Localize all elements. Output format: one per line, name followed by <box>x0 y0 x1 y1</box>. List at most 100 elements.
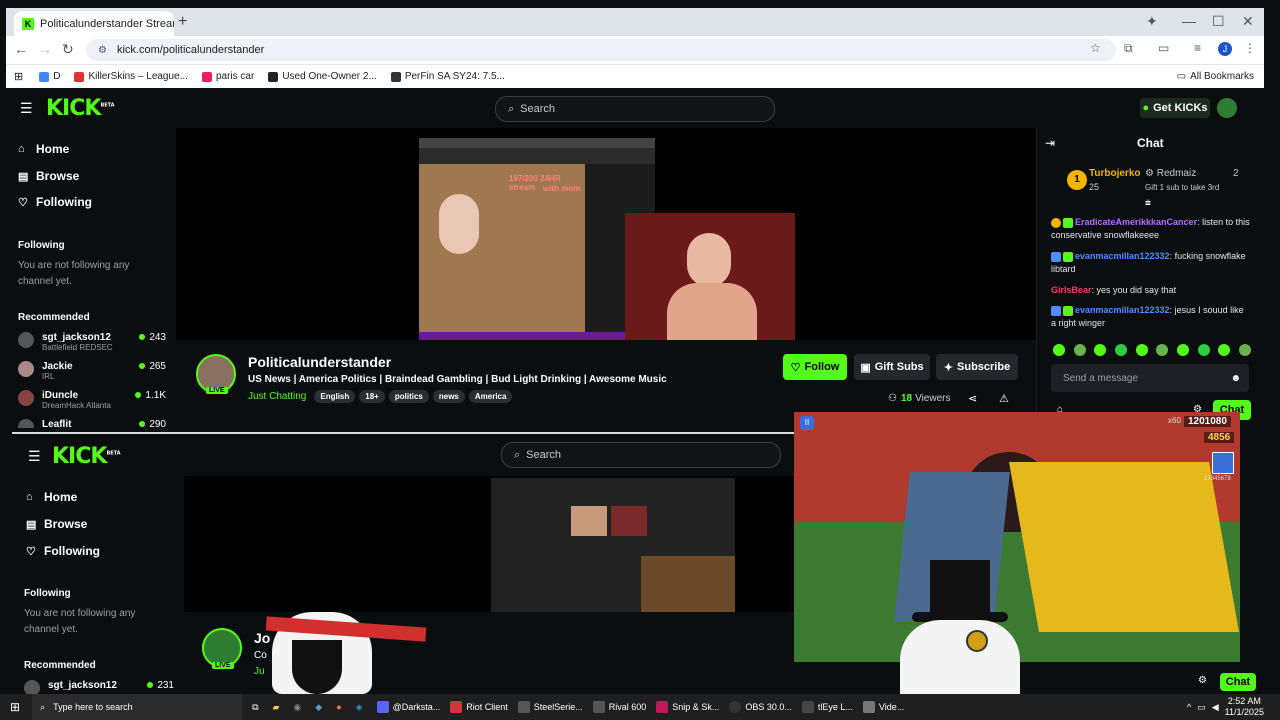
badge-icon <box>1063 305 1073 316</box>
nav-home[interactable]: ⌂ Home <box>18 142 69 156</box>
taskbar-app[interactable]: Rival 600 <box>592 701 646 713</box>
all-bookmarks[interactable]: ▭ All Bookmarks <box>1177 71 1254 82</box>
recommended-channel[interactable]: Leaflit 290 <box>18 419 166 428</box>
video-player[interactable] <box>184 476 794 612</box>
get-kicks-button[interactable]: ● Get KICKs <box>1140 98 1210 118</box>
search-input[interactable]: ⌕ Search <box>501 442 781 468</box>
emote-icon[interactable] <box>1114 344 1127 356</box>
search-icon: ⌕ <box>514 448 521 461</box>
cast-icon[interactable]: ▭ <box>1158 41 1169 55</box>
forward-icon[interactable]: → <box>38 41 52 57</box>
firefox-icon[interactable]: ● <box>336 702 341 712</box>
emote-icon[interactable] <box>1135 344 1148 356</box>
clock[interactable]: 2:52 AM 11/1/2025 <box>1225 696 1264 718</box>
emote-icon[interactable] <box>1073 344 1086 356</box>
top-gifter-name[interactable]: Turbojerko <box>1089 168 1140 179</box>
emote-icon[interactable] <box>1197 344 1210 356</box>
profile-avatar[interactable]: J <box>1218 42 1232 56</box>
taskbar-app[interactable]: Snip & Sk... <box>656 701 719 713</box>
sparkle-icon[interactable]: ✦ <box>1146 13 1158 30</box>
maximize-icon[interactable]: ☐ <box>1212 13 1225 30</box>
browser-tab[interactable]: K Politicalunderstander Stream - ✕ <box>14 11 174 36</box>
bookmark-item[interactable]: Used One-Owner 2... <box>268 71 377 82</box>
emoji-icon[interactable]: ☻ <box>1230 373 1241 384</box>
user-avatar[interactable] <box>1217 98 1237 118</box>
tag[interactable]: English <box>314 390 356 403</box>
kick-logo[interactable]: KICKBETA <box>46 96 115 121</box>
category-link[interactable]: Just Chatting <box>248 391 306 402</box>
emote-icon[interactable] <box>1094 344 1107 356</box>
reading-list-icon[interactable]: ≡ <box>1194 41 1201 55</box>
channel-name[interactable]: Politicalunderstander <box>248 354 391 370</box>
app-icon[interactable]: ◈ <box>356 702 363 713</box>
site-info-icon[interactable]: ⚙ <box>98 45 107 56</box>
tag[interactable]: news <box>432 390 465 403</box>
kick-logo[interactable]: KICKBETA <box>52 444 121 469</box>
gift-subs-button[interactable]: ▣ Gift Subs <box>854 354 930 380</box>
app-icon[interactable]: ◆ <box>315 702 322 713</box>
bookmark-item[interactable]: D <box>39 71 60 82</box>
recommended-channel[interactable]: sgt_jackson12 Battlefield REDSEC 243 <box>18 332 166 352</box>
report-icon[interactable]: ⚠ <box>999 392 1009 405</box>
file-explorer-icon[interactable]: ▰ <box>273 702 280 713</box>
address-bar[interactable]: ⚙ kick.com/politicalunderstander <box>86 39 1116 61</box>
gifter-2[interactable]: ⚙ Redmaiz <box>1145 168 1196 179</box>
tag[interactable]: politics <box>388 390 429 403</box>
minimize-icon[interactable]: — <box>1182 13 1196 29</box>
snip-icon <box>656 701 669 713</box>
emote-icon[interactable] <box>1218 344 1231 356</box>
taskbar-search[interactable]: ⌕ Type here to search <box>32 694 243 720</box>
collapse-chat-icon[interactable]: ⇥ <box>1045 136 1055 150</box>
settings-icon[interactable]: ⚙ <box>1198 675 1207 686</box>
search-input[interactable]: ⌕ Search <box>495 96 775 122</box>
emote-icon[interactable] <box>1176 344 1189 356</box>
recommended-channel[interactable]: iDuncle DreamHack Atlanta 1.1K <box>18 390 166 410</box>
video-player[interactable]: 197/200 24HR stream with mom <box>176 128 1036 340</box>
recommended-channel[interactable]: Jackie IRL 265 <box>18 361 166 381</box>
bookmark-item[interactable]: PerFin SA SY24: 7.5... <box>390 71 505 82</box>
back-icon[interactable]: ← <box>14 41 28 57</box>
bookmark-star-icon[interactable]: ☆ <box>1090 41 1101 55</box>
taskbar-app[interactable]: OBS 30.0... <box>729 701 792 713</box>
search-icon: ⌕ <box>40 701 46 712</box>
nav-following[interactable]: ♡ Following <box>26 544 100 558</box>
tag[interactable]: 18+ <box>359 390 385 403</box>
tag[interactable]: America <box>468 390 513 403</box>
pause-icon[interactable]: II <box>800 416 814 430</box>
nav-home[interactable]: ⌂ Home <box>26 490 77 504</box>
emote-icon[interactable] <box>1053 344 1065 356</box>
taskbar-app[interactable]: @Darksta... <box>376 701 440 713</box>
subscribe-button[interactable]: ✦ Subscribe <box>936 354 1018 380</box>
share-icon[interactable]: ⋖ <box>968 392 977 405</box>
nav-following[interactable]: ♡ Following <box>18 195 92 209</box>
network-icon[interactable]: ▭ <box>1197 702 1206 713</box>
nav-browse[interactable]: ▤ Browse <box>26 517 87 531</box>
emote-icon[interactable] <box>1156 344 1169 356</box>
reload-icon[interactable]: ↻ <box>62 41 74 58</box>
nav-browse[interactable]: ▤ Browse <box>18 169 79 183</box>
taskbar-app[interactable]: SteelSerie... <box>517 701 583 713</box>
chat-button[interactable]: Chat <box>1220 673 1256 691</box>
chat-input[interactable]: Send a message ☻ <box>1051 364 1249 392</box>
follow-button[interactable]: ♡ Follow <box>783 354 847 380</box>
volume-icon[interactable]: ◀ <box>1212 702 1219 713</box>
taskbar-app[interactable]: Riot Client <box>450 701 508 713</box>
new-tab-icon[interactable]: + <box>178 13 187 31</box>
tray-chevron-icon[interactable]: ^ <box>1187 702 1191 712</box>
emote-icon[interactable] <box>1238 344 1251 356</box>
apps-grid-icon[interactable]: ⊞ <box>14 70 23 83</box>
bookmark-item[interactable]: KillerSkins – League... <box>74 71 188 82</box>
url-text: kick.com/politicalunderstander <box>116 44 265 56</box>
menu-icon[interactable]: ⋮ <box>1244 41 1256 55</box>
hamburger-icon[interactable]: ☰ <box>28 448 41 465</box>
windows-start-icon[interactable]: ⊞ <box>10 700 20 714</box>
taskbar-app[interactable]: tlEye L... <box>801 701 853 713</box>
pin-icon[interactable]: ⩧ <box>1145 198 1151 209</box>
task-view-icon[interactable]: ⧉ <box>252 702 258 713</box>
bookmark-item[interactable]: paris car <box>201 71 254 82</box>
app-icon[interactable]: ◉ <box>293 702 301 713</box>
close-window-icon[interactable]: ✕ <box>1242 13 1254 30</box>
taskbar-app[interactable]: Vide... <box>862 701 904 713</box>
hamburger-icon[interactable]: ☰ <box>20 100 33 117</box>
extensions-icon[interactable]: ⧉ <box>1124 41 1133 56</box>
